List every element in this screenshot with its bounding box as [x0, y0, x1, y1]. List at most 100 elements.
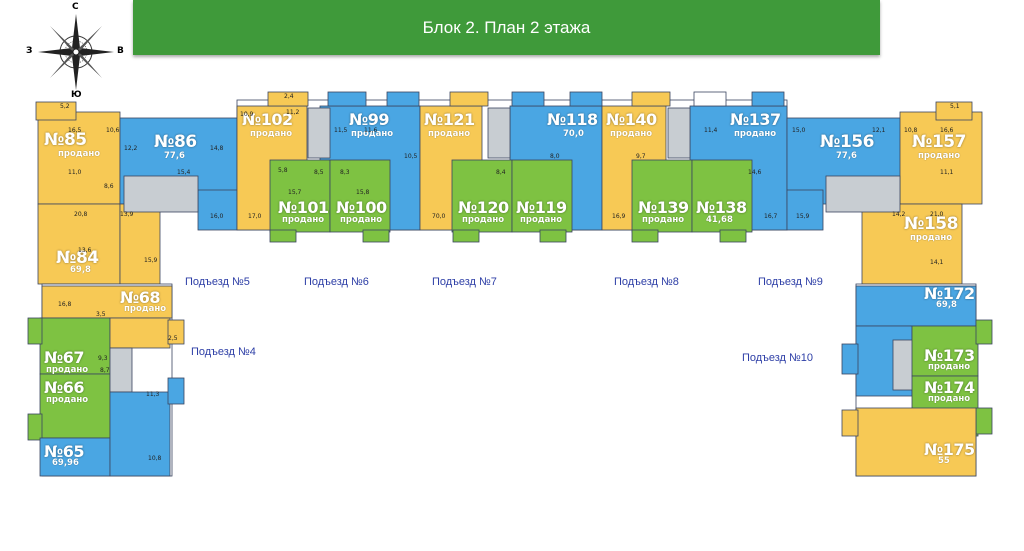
room-area: 15,0	[792, 127, 806, 134]
room-area: 5,2	[60, 103, 70, 110]
apartment-area: 55	[938, 456, 950, 466]
room-area: 15,7	[288, 189, 302, 196]
apartment-status: продано	[642, 215, 685, 225]
room-area: 16,5	[68, 127, 82, 134]
apartment-number: №158	[904, 214, 958, 234]
apartment-area: 69,96	[52, 458, 79, 468]
apartment-156[interactable]: №156 77,6	[818, 134, 888, 164]
apartment-84[interactable]: №84 69,8	[54, 250, 114, 280]
room-area: 11,4	[704, 127, 718, 134]
room-area: 11,2	[286, 109, 300, 116]
room-area: 10,5	[404, 153, 418, 160]
room-area: 14,8	[210, 145, 224, 152]
apartment-status: продано	[928, 362, 971, 372]
entrance-8[interactable]: Подъезд №8	[614, 276, 679, 288]
room-area: 11,6	[364, 127, 378, 134]
apartment-173[interactable]: №173 продано	[922, 348, 978, 374]
apartment-172[interactable]: №172 69,8	[922, 286, 978, 312]
room-area: 8,5	[314, 169, 324, 176]
entrance-5[interactable]: Подъезд №5	[185, 276, 250, 288]
apartment-175[interactable]: №175 55	[922, 442, 978, 468]
apartment-number: №100	[336, 198, 387, 217]
room-area: 10,8	[148, 455, 162, 462]
apartment-120[interactable]: №120 продано	[456, 200, 516, 230]
room-area: 15,9	[796, 213, 810, 220]
apartment-status: продано	[610, 129, 653, 139]
entrance-4[interactable]: Подъезд №4	[191, 346, 256, 358]
apartment-138[interactable]: №138 41,68	[694, 200, 754, 230]
apartment-100[interactable]: №100 продано	[334, 200, 394, 230]
entrance-7[interactable]: Подъезд №7	[432, 276, 497, 288]
apartment-status: продано	[282, 215, 325, 225]
apartment-number: №121	[424, 110, 475, 129]
apartment-121[interactable]: №121 продано	[422, 112, 482, 142]
apartment-area: 41,68	[706, 215, 733, 225]
apartment-number: №85	[44, 130, 87, 150]
apartment-67[interactable]: №67 продано	[42, 350, 102, 376]
apartment-number: №137	[730, 110, 781, 129]
apartment-number: №118	[547, 110, 598, 129]
room-area: 10,9	[240, 111, 254, 118]
apartment-157[interactable]: №157 продано	[910, 134, 980, 164]
apartment-140[interactable]: №140 продано	[604, 112, 664, 142]
room-area: 9,3	[98, 355, 108, 362]
apartment-86[interactable]: №86 77,6	[150, 134, 210, 164]
room-area: 16,7	[764, 213, 778, 220]
room-area: 16,8	[58, 301, 72, 308]
room-area: 11,3	[146, 391, 160, 398]
entrance-6[interactable]: Подъезд №6	[304, 276, 369, 288]
apartment-status: продано	[428, 129, 471, 139]
apartment-99[interactable]: №99 продано	[345, 112, 415, 142]
apartment-66[interactable]: №66 продано	[42, 380, 102, 406]
room-area: 12,1	[872, 127, 886, 134]
room-area: 10,8	[904, 127, 918, 134]
room-area: 14,6	[748, 169, 762, 176]
room-area: 8,4	[496, 169, 506, 176]
apartment-number: №138	[696, 198, 747, 217]
apartment-status: продано	[918, 151, 961, 161]
room-area: 21,0	[930, 211, 944, 218]
apartment-118[interactable]: №118 70,0	[545, 112, 605, 142]
apartment-101[interactable]: №101 продано	[276, 200, 336, 230]
apartment-number: №139	[638, 198, 689, 217]
entrance-9[interactable]: Подъезд №9	[758, 276, 823, 288]
apartment-area: 69,8	[936, 300, 957, 310]
apartment-number: №66	[44, 378, 85, 397]
room-area: 11,0	[68, 169, 82, 176]
room-area: 14,2	[892, 211, 906, 218]
apartment-number: №99	[349, 110, 390, 129]
room-area: 9,7	[636, 153, 646, 160]
apartment-number: №86	[154, 132, 197, 152]
apartment-status: продано	[520, 215, 563, 225]
apartment-status: продано	[910, 233, 953, 243]
room-area: 5,1	[950, 103, 960, 110]
apartment-137[interactable]: №137 продано	[728, 112, 788, 142]
apartment-119[interactable]: №119 продано	[514, 200, 574, 230]
apartment-85[interactable]: №85 продано	[40, 132, 116, 162]
room-area: 12,2	[124, 145, 138, 152]
room-area: 13,6	[78, 247, 92, 254]
room-area: 17,0	[248, 213, 262, 220]
apartment-158[interactable]: №158 продано	[902, 216, 962, 246]
apartment-area: 70,0	[563, 129, 584, 139]
floor-plan	[27, 91, 993, 477]
apartment-number: №101	[278, 198, 329, 217]
apartment-174[interactable]: №174 продано	[922, 380, 978, 406]
room-area: 14,1	[930, 259, 944, 266]
room-area: 2,4	[284, 93, 294, 100]
apartment-status: продано	[340, 215, 383, 225]
apartment-68[interactable]: №68 продано	[118, 290, 168, 316]
room-area: 5,8	[278, 167, 288, 174]
apartment-status: продано	[928, 394, 971, 404]
room-area: 16,0	[210, 213, 224, 220]
apartment-number: №120	[458, 198, 509, 217]
room-area: 8,0	[550, 153, 560, 160]
apartment-139[interactable]: №139 продано	[636, 200, 696, 230]
entrance-10[interactable]: Подъезд №10	[742, 352, 813, 364]
apartment-status: продано	[46, 395, 89, 405]
apartment-number: №140	[606, 110, 657, 129]
room-area: 15,8	[356, 189, 370, 196]
apartment-status: продано	[462, 215, 505, 225]
apartment-area: 77,6	[836, 151, 857, 161]
apartment-65[interactable]: №65 69,96	[42, 444, 102, 470]
